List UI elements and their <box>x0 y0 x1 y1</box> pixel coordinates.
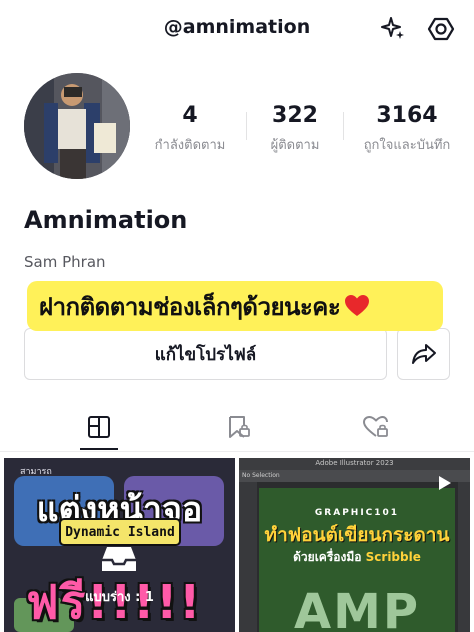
share-arrow-icon <box>411 344 436 364</box>
thumbnail-subtitle-prefix: ด้วยเครื่องมือ <box>293 550 362 564</box>
draft-count-label: แบบร่าง : 1 <box>85 590 154 605</box>
bio-name: Sam Phran <box>24 253 106 271</box>
grid-icon <box>88 416 110 438</box>
thumbnail-small-text: สามารถ <box>20 467 52 477</box>
sparkle-icon[interactable] <box>376 12 410 46</box>
thumbnail-toolbar-text: No Selection <box>242 472 280 479</box>
thumbnail-pill: Dynamic Island <box>59 518 181 546</box>
thumbnail-big-text: AMP <box>293 584 421 632</box>
stat-followers[interactable]: 322 ผู้ติดตาม <box>256 102 334 155</box>
followers-label: ผู้ติดตาม <box>270 138 320 153</box>
active-tab-indicator <box>80 448 118 450</box>
tab-posts-grid[interactable] <box>84 412 114 442</box>
avatar[interactable] <box>24 73 130 179</box>
inbox-draft-icon <box>102 547 136 571</box>
thumbnail-right-panel <box>458 482 470 632</box>
followers-count: 322 <box>272 103 318 128</box>
tab-liked[interactable] <box>361 412 391 442</box>
thumbnail-tools-panel <box>239 482 257 632</box>
display-name: Amnimation <box>24 206 188 234</box>
edit-profile-button[interactable]: แก้ไขโปรไฟล์ <box>24 328 387 380</box>
red-heart-icon <box>345 295 370 316</box>
thumbnail-title: ทำฟอนต์เขียนกระดาน <box>264 524 450 546</box>
video-play-icon <box>439 476 451 490</box>
post-thumbnail-draft[interactable]: สามารถ แต่งหน้าจอ Dynamic Island ฟรี!!!!… <box>4 458 235 632</box>
likes-count: 3164 <box>376 103 438 128</box>
edit-profile-label: แก้ไขโปรไฟล์ <box>154 344 257 365</box>
thumbnail-pill-text: Dynamic Island <box>65 524 175 540</box>
settings-hexagon-icon[interactable] <box>424 12 458 46</box>
following-label: กำลังติดตาม <box>154 138 226 153</box>
following-count: 4 <box>182 103 198 128</box>
heart-lock-icon <box>363 416 388 437</box>
tab-saved[interactable] <box>223 412 253 442</box>
thumbnail-subtitle: ด้วยเครื่องมือ Scribble <box>259 548 455 567</box>
stat-divider <box>246 112 247 140</box>
likes-label: ถูกใจและบันทึก <box>363 138 451 153</box>
bookmark-lock-icon <box>229 416 250 438</box>
banner-text: ฝากติดตามช่องเล็กๆด้วยนะคะ <box>39 292 341 321</box>
post-thumbnail[interactable]: Adobe Illustrator 2023 No Selection GRAP… <box>239 458 470 632</box>
promo-banner: ฝากติดตามช่องเล็กๆด้วยนะคะ <box>27 281 443 331</box>
thumbnail-heading: GRAPHIC101 <box>314 508 400 518</box>
thumbnail-subtitle-tool: Scribble <box>365 550 421 564</box>
thumbnail-app-title: Adobe Illustrator 2023 <box>315 459 394 467</box>
stat-following[interactable]: 4 กำลังติดตาม <box>150 102 230 155</box>
thumbnail-app-bar: Adobe Illustrator 2023 <box>239 458 470 470</box>
share-profile-button[interactable] <box>397 328 450 380</box>
top-bar: @amnimation <box>0 0 474 56</box>
posts-grid: สามารถ แต่งหน้าจอ Dynamic Island ฟรี!!!!… <box>0 455 474 632</box>
stat-divider <box>343 112 344 140</box>
content-tabs <box>0 400 474 452</box>
stat-likes-saves[interactable]: 3164 ถูกใจและบันทึก <box>354 102 460 155</box>
